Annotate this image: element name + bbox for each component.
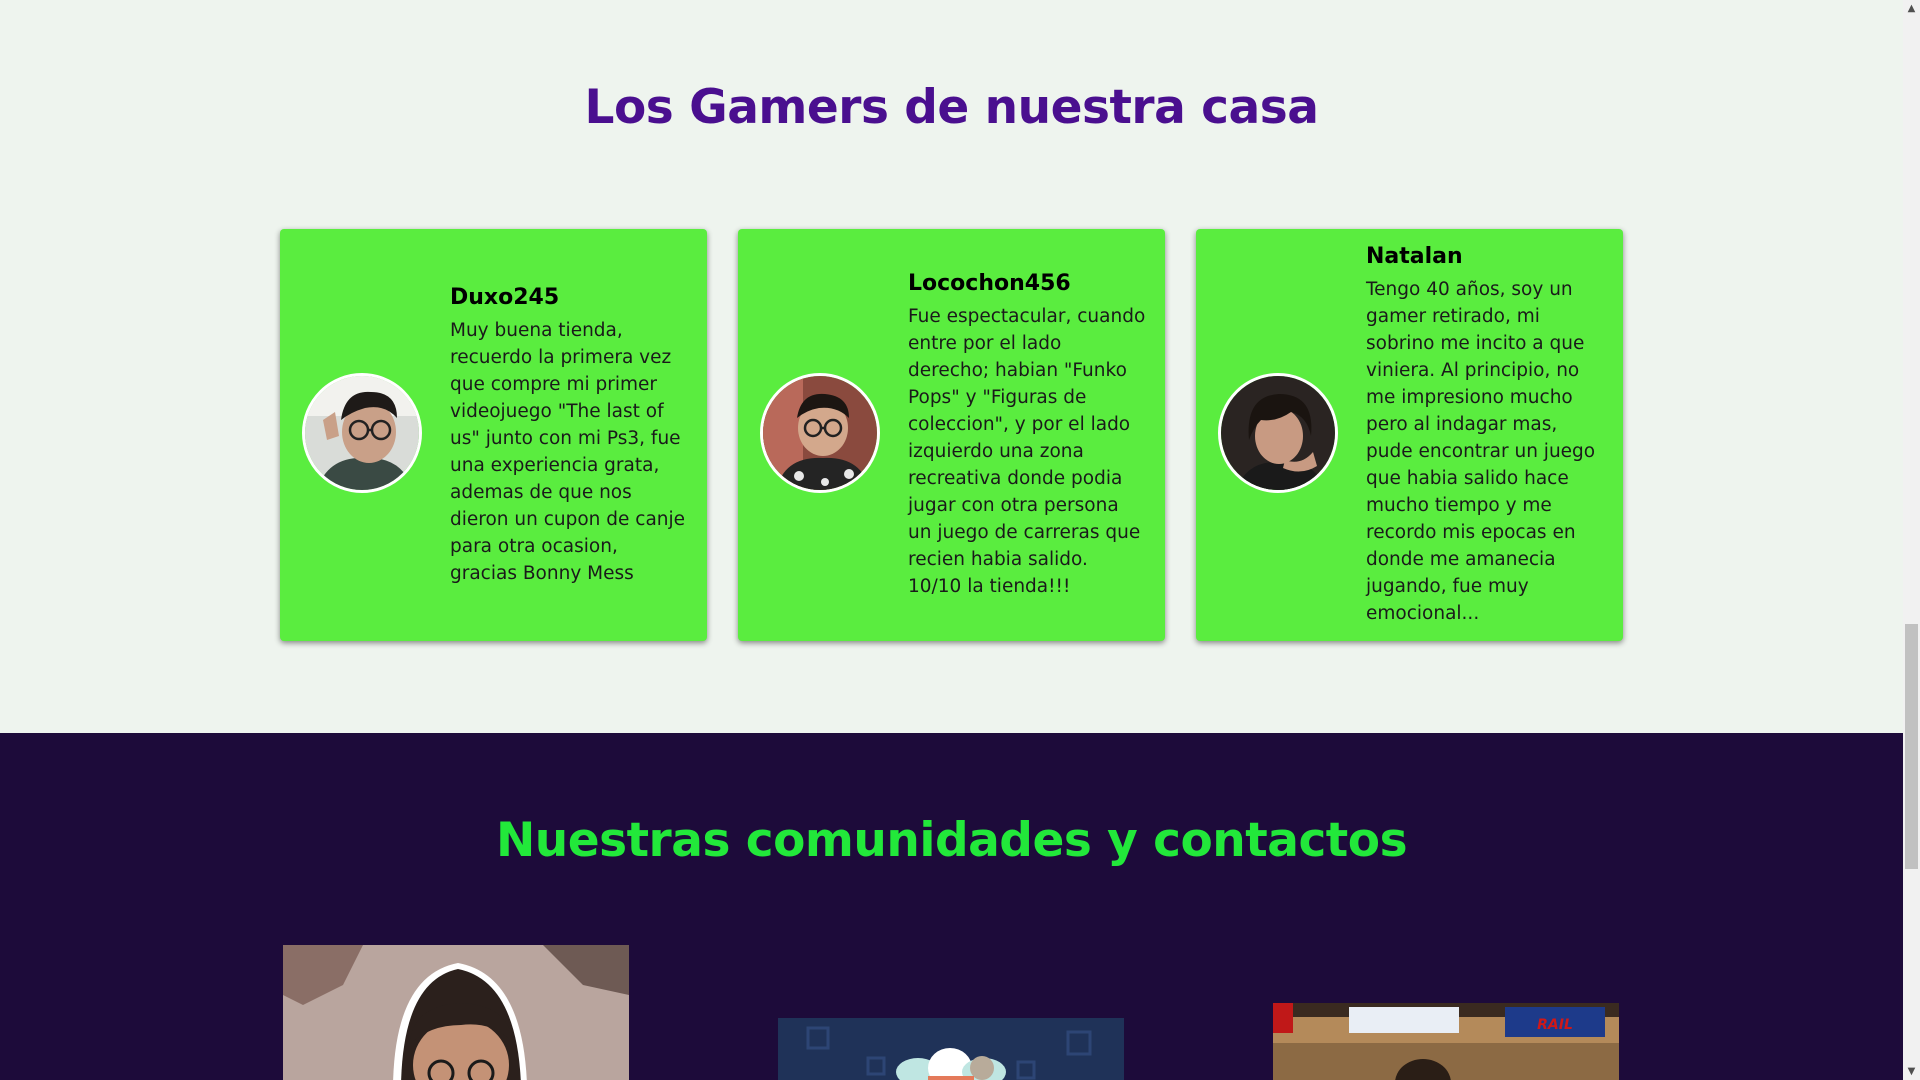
avatar-duxo245 xyxy=(302,373,422,493)
card-content: Duxo245 Muy buena tienda, recuerdo la pr… xyxy=(450,229,688,641)
community-image xyxy=(283,945,629,1080)
testimonials-title: Los Gamers de nuestra casa xyxy=(584,80,1319,135)
gamer-review: Fue espectacular, cuando entre por el la… xyxy=(908,306,1146,597)
card-content: Natalan Tengo 40 años, soy un gamer reti… xyxy=(1366,229,1604,641)
community-photo-3[interactable]: RAIL xyxy=(1273,1003,1619,1080)
community-image xyxy=(778,1018,1124,1080)
avatar-photo xyxy=(763,376,877,490)
scroll-up-icon[interactable]: ▲ xyxy=(1903,0,1920,17)
testimonials-section: Los Gamers de nuestra casa Duxo245 Muy b… xyxy=(0,0,1903,733)
gamer-name: Duxo245 xyxy=(450,284,560,310)
svg-text:RAIL: RAIL xyxy=(1537,1017,1573,1033)
community-photo-1[interactable] xyxy=(283,945,629,1080)
community-image: RAIL xyxy=(1273,1003,1619,1080)
card-content: Locochon456 Fue espectacular, cuando ent… xyxy=(908,229,1146,641)
communities-title: Nuestras comunidades y contactos xyxy=(495,813,1408,868)
avatar-photo xyxy=(305,376,419,490)
communities-section: Nuestras comunidades y contactos RAIL xyxy=(0,733,1903,1080)
gamer-review: Tengo 40 años, soy un gamer retirado, mi… xyxy=(1366,279,1596,624)
testimonial-card-duxo245: Duxo245 Muy buena tienda, recuerdo la pr… xyxy=(280,229,707,641)
avatar-natalan xyxy=(1218,373,1338,493)
community-photo-2[interactable] xyxy=(778,1018,1124,1080)
testimonial-card-natalan: Natalan Tengo 40 años, soy un gamer reti… xyxy=(1196,229,1623,641)
scrollbar-thumb[interactable] xyxy=(1905,624,1918,869)
testimonial-card-locochon456: Locochon456 Fue espectacular, cuando ent… xyxy=(738,229,1165,641)
page-scrollbar[interactable]: ▲ ▼ xyxy=(1903,0,1920,1080)
avatar-locochon456 xyxy=(760,373,880,493)
gamer-name: Natalan xyxy=(1366,244,1463,269)
gamer-name: Locochon456 xyxy=(908,271,1071,296)
gamer-review: Muy buena tienda, recuerdo la primera ve… xyxy=(450,319,686,584)
avatar-photo xyxy=(1221,376,1335,490)
scroll-down-icon[interactable]: ▼ xyxy=(1903,1063,1920,1080)
